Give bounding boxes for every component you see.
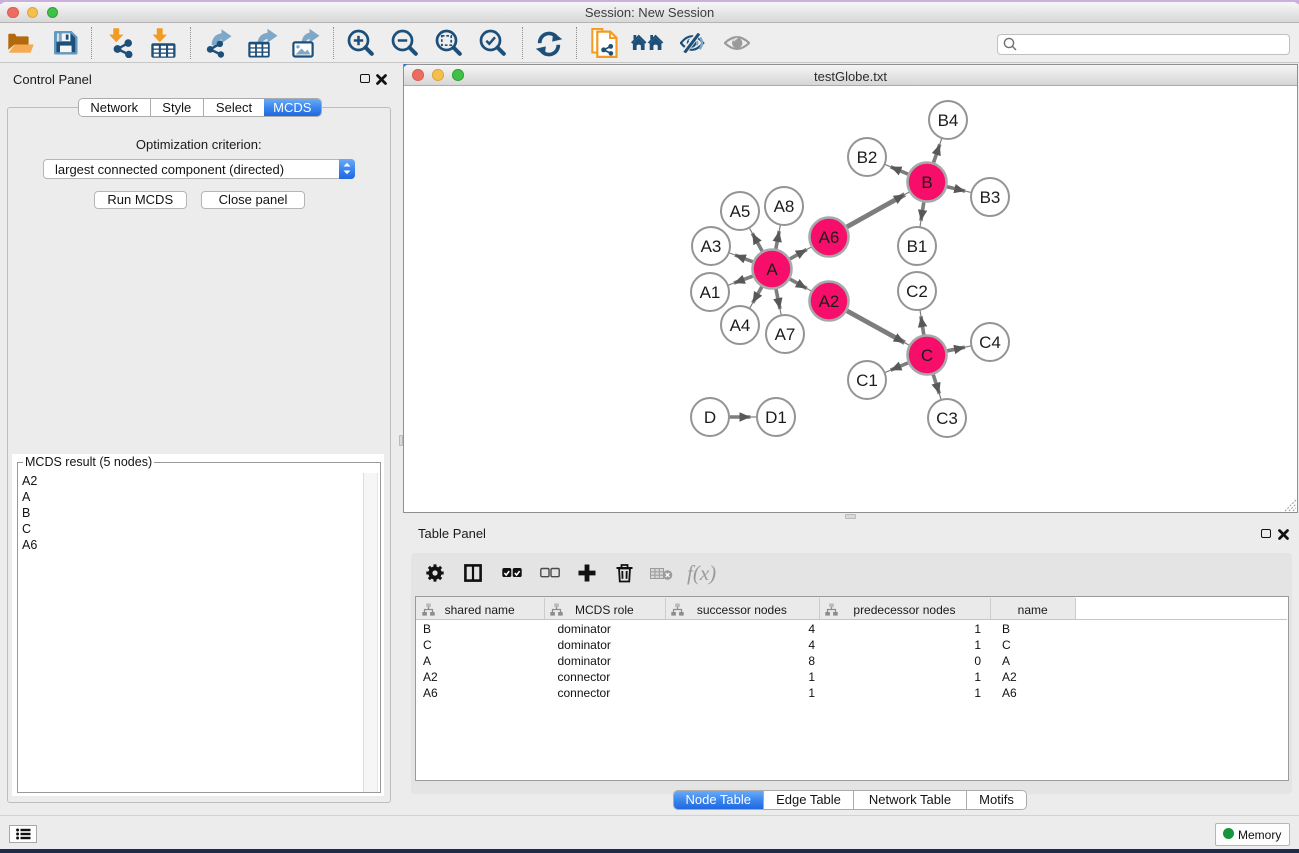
svg-text:A8: A8 — [774, 197, 795, 216]
svg-text:C1: C1 — [856, 371, 878, 390]
svg-text:A3: A3 — [701, 237, 722, 256]
svg-text:B1: B1 — [907, 237, 928, 256]
svg-text:A2: A2 — [819, 292, 840, 311]
svg-text:D1: D1 — [765, 408, 787, 427]
svg-text:C4: C4 — [979, 333, 1001, 352]
svg-text:C2: C2 — [906, 282, 928, 301]
svg-text:A5: A5 — [730, 202, 751, 221]
svg-text:A6: A6 — [819, 228, 840, 247]
svg-text:C3: C3 — [936, 409, 958, 428]
svg-text:A1: A1 — [700, 283, 721, 302]
svg-text:A7: A7 — [775, 325, 796, 344]
svg-text:B4: B4 — [938, 111, 959, 130]
svg-text:B: B — [921, 173, 932, 192]
svg-text:B2: B2 — [857, 148, 878, 167]
svg-text:B3: B3 — [980, 188, 1001, 207]
svg-text:C: C — [921, 346, 933, 365]
svg-text:A4: A4 — [730, 316, 751, 335]
svg-text:A: A — [766, 260, 778, 279]
svg-text:D: D — [704, 408, 716, 427]
